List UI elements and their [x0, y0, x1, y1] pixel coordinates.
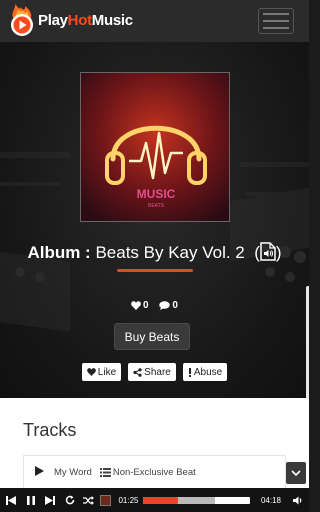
exclamation-icon [188, 367, 191, 377]
album-label: Album : [27, 243, 91, 262]
repeat-icon[interactable] [60, 488, 79, 512]
license-label: Non-Exclusive Beat [112, 466, 196, 478]
site-logo[interactable]: PlayHotMusic [7, 4, 133, 36]
heart-icon [86, 368, 96, 376]
progress-fill [143, 496, 179, 504]
top-header: PlayHotMusic [0, 0, 309, 42]
like-count: 0 [131, 300, 149, 311]
menu-bar-icon [263, 20, 289, 22]
previous-track-icon[interactable] [0, 488, 22, 512]
current-time: 01:25 [118, 495, 139, 505]
album-thumbnail-image [100, 494, 111, 506]
album-name: Beats By Kay Vol. 2 [95, 243, 245, 262]
menu-bar-icon [263, 27, 289, 29]
buy-beats-button[interactable]: Buy Beats [114, 323, 190, 350]
pause-icon[interactable] [22, 488, 40, 512]
hamburger-menu-button[interactable] [258, 8, 294, 34]
shuffle-icon[interactable] [79, 488, 97, 512]
collapse-player-button[interactable] [286, 462, 306, 484]
audio-player-bar: 01:25 04:18 [0, 488, 309, 512]
tracks-panel: Tracks My Word Non-Exclusive Beat [0, 398, 309, 488]
title-underline [117, 269, 193, 272]
paren-close: ) [275, 243, 282, 262]
cover-subtitle: BEATS [148, 203, 165, 209]
headphones-cover-art: MUSIC BEATS [81, 73, 229, 221]
share-icon [133, 367, 142, 377]
like-button[interactable]: Like [81, 363, 122, 381]
menu-bar-icon [263, 13, 289, 15]
track-row[interactable]: My Word Non-Exclusive Beat [23, 455, 286, 488]
flame-play-icon [7, 4, 37, 36]
comment-count-value: 0 [172, 300, 178, 311]
share-label: Share [144, 366, 171, 378]
abuse-label: Abuse [193, 366, 223, 378]
buffer-bar [178, 496, 215, 504]
seek-bar[interactable] [143, 496, 250, 504]
logo-hot: Hot [67, 11, 92, 29]
play-icon[interactable] [35, 465, 44, 479]
like-count-value: 0 [143, 300, 149, 311]
track-duration: 04:18 [260, 495, 282, 505]
logo-music: Music [91, 11, 133, 29]
side-drawer-tab[interactable] [306, 286, 309, 410]
comment-icon [159, 301, 171, 310]
abuse-button[interactable]: Abuse [182, 363, 228, 381]
logo-play: Play [38, 11, 68, 29]
volume-icon[interactable] [292, 488, 304, 512]
next-track-icon[interactable] [40, 488, 60, 512]
track-name[interactable]: My Word [54, 467, 92, 478]
album-heading: Album : Beats By Kay Vol. 2 () [0, 242, 309, 267]
chevron-down-icon [291, 470, 301, 476]
like-label: Like [97, 366, 117, 378]
album-stats: 0 0 [0, 300, 309, 313]
list-icon [99, 467, 111, 477]
tracks-heading: Tracks [23, 420, 77, 440]
album-actions: Like Share Abuse [0, 363, 309, 381]
heart-icon [131, 301, 141, 310]
album-thumbnail[interactable] [97, 488, 114, 512]
logo-text: PlayHotMusic [38, 12, 133, 29]
album-cover: MUSIC BEATS [80, 72, 230, 222]
track-license: Non-Exclusive Beat [99, 466, 196, 478]
share-button[interactable]: Share [128, 363, 176, 381]
cover-title: MUSIC [137, 187, 176, 201]
album-hero: MUSIC BEATS Album : Beats By Kay Vol. 2 … [0, 42, 309, 398]
audio-file-icon[interactable] [260, 242, 276, 267]
comment-count: 0 [159, 300, 178, 311]
